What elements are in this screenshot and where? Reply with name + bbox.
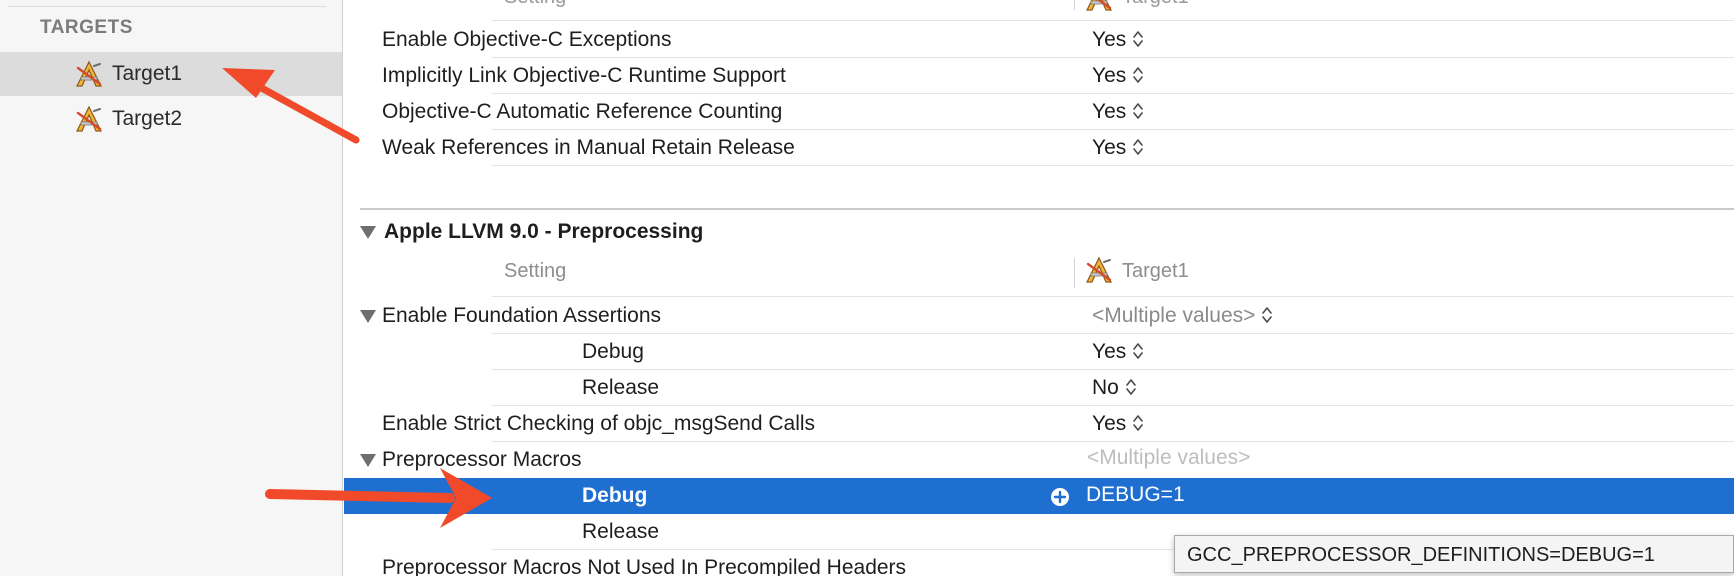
target-column-label: Target1 [1122,0,1189,9]
column-divider [1074,0,1075,10]
row-separator [492,20,1734,21]
xcode-target-icon [1085,0,1113,12]
setting-name: Debug [582,340,644,363]
sidebar-item-target2[interactable]: Target2 [0,97,342,141]
setting-row[interactable]: Enable Objective-C Exceptions Yes [344,22,1734,58]
setting-value[interactable]: DEBUG=1 [1086,483,1185,507]
setting-name: Enable Foundation Assertions [382,304,662,327]
setting-name: Release [582,520,660,543]
setting-name: Objective-C Automatic Reference Counting [382,100,783,123]
row-separator [492,165,1734,166]
up-down-chevron-icon[interactable] [1132,341,1144,361]
sidebar-divider [8,6,326,7]
setting-value[interactable]: Yes [1092,412,1144,436]
setting-row[interactable]: Objective-C Automatic Reference Counting… [344,94,1734,130]
setting-row[interactable]: Enable Foundation Assertions <Multiple v… [344,298,1734,334]
up-down-chevron-icon[interactable] [1261,305,1273,325]
up-down-chevron-icon[interactable] [1132,29,1144,49]
build-settings-pane: Setting Target1 Enable Objective-C Excep… [344,0,1734,576]
section-divider [360,208,1734,210]
plus-circle-icon[interactable] [1050,487,1070,507]
up-down-chevron-icon[interactable] [1132,101,1144,121]
setting-column-header[interactable]: Setting [504,260,566,283]
setting-value[interactable]: Yes [1092,340,1144,364]
setting-value[interactable]: Yes [1092,64,1144,88]
up-down-chevron-icon[interactable] [1132,65,1144,85]
disclosure-triangle-icon[interactable] [360,310,376,323]
disclosure-triangle-icon[interactable] [360,226,376,239]
setting-value[interactable]: No [1092,376,1137,400]
setting-name: Weak References in Manual Retain Release [382,136,795,159]
targets-sidebar: TARGETS Target1 Target2 [0,0,343,576]
up-down-chevron-icon[interactable] [1125,377,1137,397]
setting-value[interactable]: Yes [1092,28,1144,52]
row-separator [492,296,1734,297]
setting-row[interactable]: Preprocessor Macros <Multiple values> [344,442,1734,478]
disclosure-triangle-icon[interactable] [360,454,376,467]
setting-name: Enable Objective-C Exceptions [382,28,672,51]
up-down-chevron-icon[interactable] [1132,137,1144,157]
setting-row[interactable]: Enable Strict Checking of objc_msgSend C… [344,406,1734,442]
setting-tooltip: GCC_PREPROCESSOR_DEFINITIONS=DEBUG=1 [1174,535,1734,573]
setting-value[interactable]: <Multiple values> [1087,446,1250,470]
xcode-target-icon [75,105,103,133]
sidebar-item-label: Target2 [112,107,183,130]
setting-name: Debug [582,484,648,507]
setting-row-selected[interactable]: Debug DEBUG=1 [344,478,1734,514]
setting-name: Enable Strict Checking of objc_msgSend C… [382,412,816,435]
setting-row[interactable]: Release No [344,370,1734,406]
setting-name: Implicitly Link Objective-C Runtime Supp… [382,64,786,87]
setting-row[interactable]: Implicitly Link Objective-C Runtime Supp… [344,58,1734,94]
setting-name: Preprocessor Macros Not Used In Precompi… [382,556,907,576]
setting-value[interactable]: <Multiple values> [1092,304,1273,328]
up-down-chevron-icon[interactable] [1132,413,1144,433]
setting-value[interactable]: Yes [1092,136,1144,160]
sidebar-item-target1[interactable]: Target1 [0,52,342,96]
setting-column-header: Setting [504,0,566,9]
setting-name: Preprocessor Macros [382,448,582,471]
setting-name: Release [582,376,660,399]
setting-row[interactable]: Weak References in Manual Retain Release… [344,130,1734,166]
setting-row[interactable]: Debug Yes [344,334,1734,370]
sidebar-item-label: Target1 [112,62,183,85]
xcode-target-icon [75,60,103,88]
setting-value[interactable]: Yes [1092,100,1144,124]
section-title[interactable]: Apple LLVM 9.0 - Preprocessing [384,220,703,244]
target-column-label: Target1 [1122,260,1189,282]
targets-header: TARGETS [40,17,133,38]
xcode-target-icon [1085,256,1113,284]
column-divider[interactable] [1074,258,1075,288]
